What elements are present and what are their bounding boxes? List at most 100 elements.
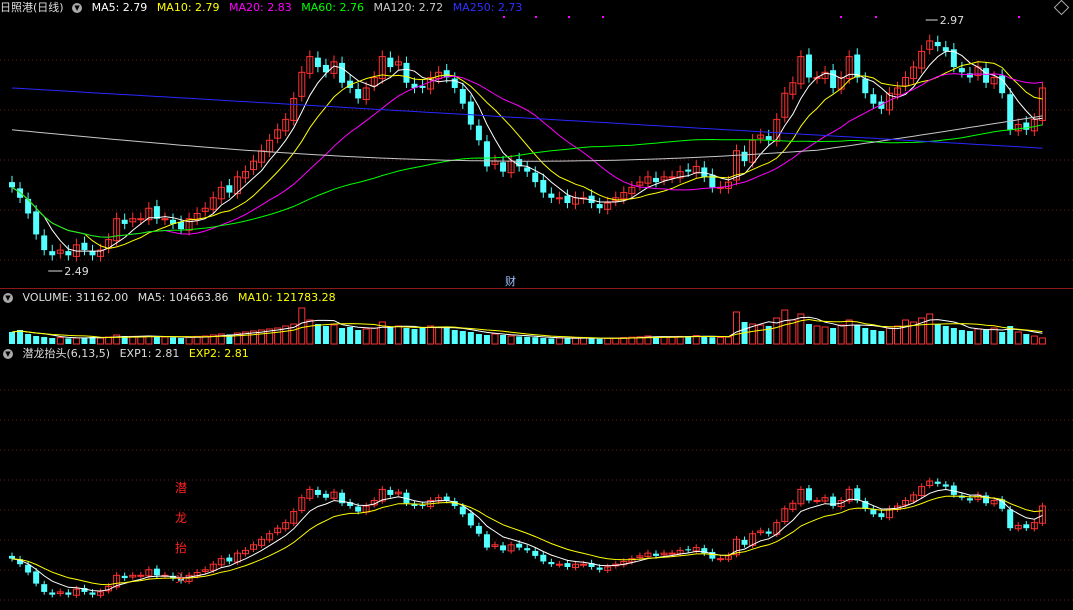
indicator-candle-body <box>1023 524 1030 529</box>
indicator-candle-body <box>653 553 659 556</box>
volume-bar <box>339 328 346 344</box>
volume-bar <box>370 327 378 345</box>
indicator-candle-body <box>1007 509 1014 529</box>
volume-bar <box>926 313 934 345</box>
volume-bar <box>990 327 998 345</box>
volume-bar <box>1030 335 1038 345</box>
volume-bar <box>902 319 910 345</box>
indicator-candle-body <box>942 484 949 487</box>
volume-bar <box>548 338 555 344</box>
top-marker-dot <box>503 16 505 18</box>
volume-bar <box>72 337 80 345</box>
volume-bar <box>958 330 965 344</box>
volume-bar <box>306 319 314 345</box>
volume-bar <box>137 336 145 345</box>
price-candle-body <box>475 125 482 141</box>
price-candle-body <box>564 195 571 204</box>
volume-bar <box>185 336 193 345</box>
volume-bar <box>314 324 321 344</box>
volume-bar <box>153 336 160 344</box>
price-candle-body <box>314 57 321 68</box>
volume-bar <box>387 327 394 344</box>
price-candle-body <box>178 221 185 230</box>
volume-bar <box>97 337 105 345</box>
volume-bar <box>427 325 435 345</box>
indicator-title-char: 抬 <box>175 541 187 555</box>
indicator-title-char: 头 <box>175 571 187 585</box>
indicator-candle-body <box>475 525 482 534</box>
indicator-candle-body <box>500 545 507 551</box>
indicator-candle-body <box>322 493 329 498</box>
indicator-candle-body <box>387 489 394 495</box>
volume-bar <box>178 338 185 344</box>
volume-bar <box>862 328 869 344</box>
indicator-candle-body <box>540 554 547 562</box>
volume-bar <box>1038 337 1046 345</box>
volume-bar <box>604 337 612 345</box>
price-candle-body <box>500 162 507 172</box>
price-candle-body <box>483 141 490 167</box>
volume-bar <box>524 336 531 344</box>
volume-bar <box>564 338 571 344</box>
price-candle-body <box>1023 122 1030 130</box>
low-label: 2.49 <box>64 265 89 278</box>
stock-chart[interactable]: 2.97 2.49 财潜龙抬头 <box>0 0 1073 610</box>
indicator-candle-body <box>716 558 724 561</box>
indicator-candle-body <box>41 584 48 592</box>
indicator-candle-body <box>524 548 531 551</box>
top-marker-dot <box>875 16 877 18</box>
top-marker-dot <box>535 16 537 18</box>
indicator-candle-body <box>532 550 539 556</box>
volume-bar <box>25 334 32 344</box>
volume-bar <box>419 328 426 344</box>
volume-bar <box>451 330 458 344</box>
price-candle-body <box>532 172 539 183</box>
price-candle-body <box>983 68 990 83</box>
price-candle-body <box>89 251 96 256</box>
volume-bar <box>781 309 789 345</box>
volume-bar <box>870 330 877 344</box>
ma5-line <box>11 50 1043 252</box>
indicator-candle-body <box>25 564 32 573</box>
indicator-candle-body <box>966 498 973 501</box>
volume-bar <box>540 338 547 344</box>
volume-bar <box>411 329 418 344</box>
price-candle-body <box>862 78 869 94</box>
volume-bar <box>701 336 708 344</box>
top-marker-dot <box>568 16 570 18</box>
volume-bar <box>724 336 732 345</box>
price-candle-body <box>958 68 965 73</box>
price-candle-body <box>934 41 941 47</box>
volume-bar <box>837 324 845 345</box>
volume-bar <box>330 324 338 345</box>
indicator-candle-body <box>483 534 490 548</box>
volume-bar <box>394 325 402 345</box>
volume-bar <box>443 328 450 344</box>
price-candle-body <box>226 185 233 193</box>
volume-bar <box>467 332 474 344</box>
indicator-candle-body <box>153 568 160 576</box>
volume-bar <box>500 335 507 344</box>
price-candle-body <box>685 169 692 172</box>
volume-bar <box>17 330 24 344</box>
indicator-candle-body <box>65 592 72 595</box>
indicator-candle-body <box>419 504 426 507</box>
volume-bar <box>572 337 579 345</box>
price-candle-body <box>9 182 15 188</box>
volume-bar <box>845 319 853 345</box>
indicator-title-char: 潜 <box>175 481 187 495</box>
price-candle-body <box>741 151 748 162</box>
volume-bar <box>65 338 72 344</box>
volume-bar <box>830 328 837 344</box>
indicator-candle-body <box>596 567 603 570</box>
volume-bar <box>516 336 523 344</box>
price-candle-body <box>701 167 708 177</box>
volume-bar <box>942 326 949 344</box>
top-marker-dot <box>840 16 842 18</box>
volume-bar <box>950 328 957 344</box>
volume-bar <box>885 327 893 345</box>
volume-bar <box>507 335 515 345</box>
indicator-candle-body <box>555 563 563 566</box>
volume-bar <box>81 337 88 344</box>
volume-bar <box>733 311 740 345</box>
